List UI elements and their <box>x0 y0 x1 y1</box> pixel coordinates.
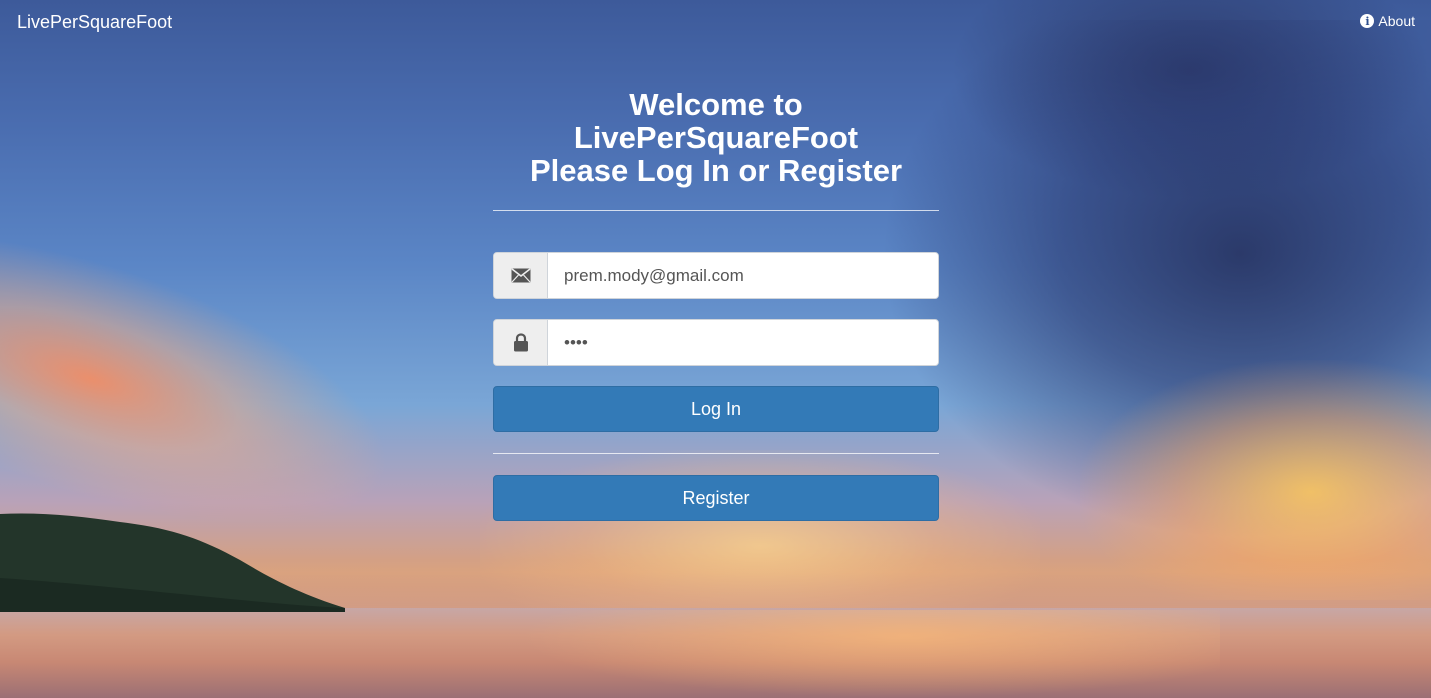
envelope-icon <box>494 253 548 298</box>
login-panel: Welcome to LivePerSquareFoot Please Log … <box>493 88 939 521</box>
title-divider <box>493 210 939 211</box>
sea-reflection <box>520 610 1220 698</box>
top-navbar: LivePerSquareFoot i About <box>0 0 1431 46</box>
sunset-glow-left <box>0 205 423 585</box>
about-label: About <box>1378 13 1415 29</box>
login-button[interactable]: Log In <box>493 386 939 432</box>
email-input-group <box>493 252 939 299</box>
about-link[interactable]: i About <box>1360 13 1415 29</box>
password-input-group <box>493 319 939 366</box>
page-title: Welcome to LivePerSquareFoot Please Log … <box>493 88 939 187</box>
register-button[interactable]: Register <box>493 475 939 521</box>
sunset-glow-right <box>1080 360 1431 600</box>
brand-link[interactable]: LivePerSquareFoot <box>17 12 172 33</box>
sky-cloud-bank <box>880 20 1431 540</box>
lock-icon <box>494 320 548 365</box>
info-icon: i <box>1360 14 1375 28</box>
island-silhouette <box>0 513 345 612</box>
email-field[interactable] <box>548 253 938 298</box>
title-line-1: Welcome to LivePerSquareFoot <box>573 87 859 155</box>
button-divider <box>493 453 939 454</box>
horizon-haze <box>0 560 1431 620</box>
title-line-2: Please Log In or Register <box>529 153 903 188</box>
sea <box>0 608 1431 698</box>
password-field[interactable] <box>548 320 938 365</box>
